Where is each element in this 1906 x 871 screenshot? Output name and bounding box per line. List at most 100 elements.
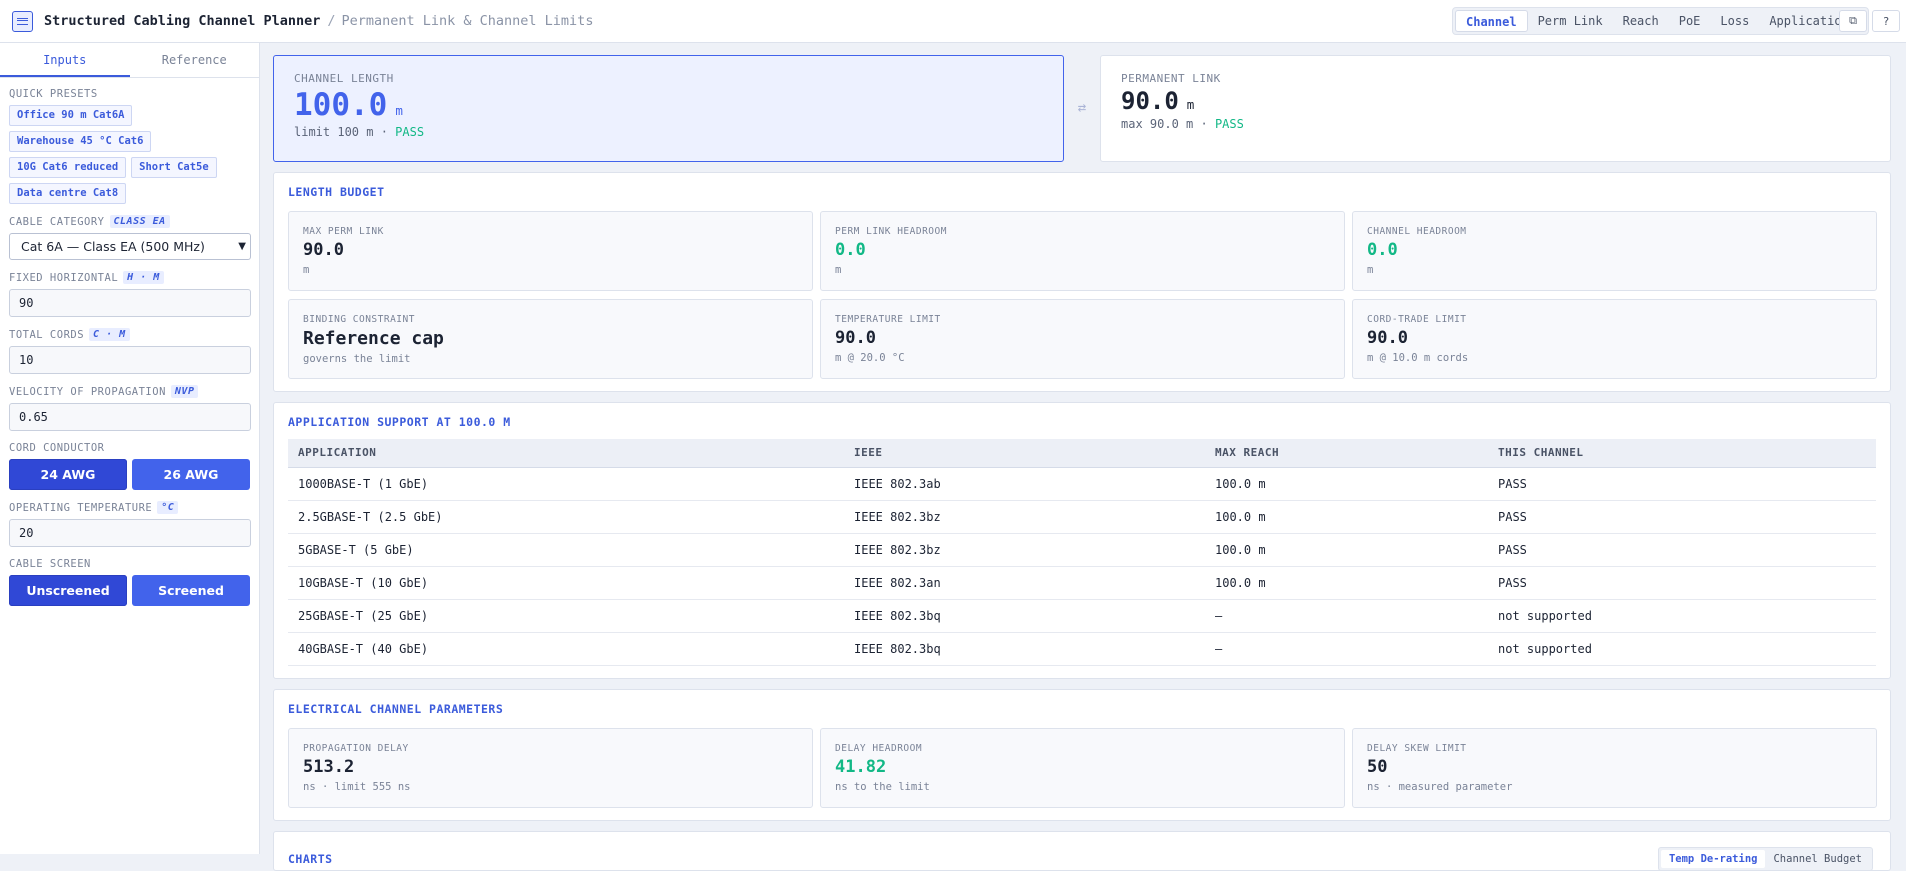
chevron-down-icon: ▼ <box>238 241 246 252</box>
stat-card: DELAY SKEW LIMIT 50 ns · measured parame… <box>1352 727 1877 808</box>
stat-value: 41.82 <box>835 756 887 777</box>
temperature-label: OPERATING TEMPERATURE °C <box>9 501 250 514</box>
table-cell: IEEE 802.3bq <box>844 599 1205 633</box>
cable-category-label: CABLE CATEGORY CLASS EA <box>9 215 250 228</box>
tab-poe[interactable]: PoE <box>1669 10 1711 32</box>
preset-button[interactable]: Data centre Cat8 <box>9 183 127 204</box>
electrical-parameters-title: ELECTRICAL CHANNEL PARAMETERS <box>288 701 504 716</box>
chart-tabs: Temp De-rating Channel Budget <box>1657 846 1873 870</box>
table-cell: PASS <box>1488 533 1876 567</box>
length-budget-title: LENGTH BUDGET <box>288 185 385 199</box>
awg-24-button[interactable]: 24 AWG <box>9 459 127 490</box>
tab-temp-derating[interactable]: Temp De-rating <box>1660 849 1766 868</box>
sidebar-tabs: Inputs Reference <box>0 43 259 78</box>
stat-card: BINDING CONSTRAINT Reference cap governs… <box>288 299 813 379</box>
presets-label: QUICK PRESETS <box>9 88 98 100</box>
stat-value: Reference cap <box>303 328 444 349</box>
stat-sub: m @ 10.0 m cords <box>1367 352 1469 364</box>
length-budget-panel: LENGTH BUDGET MAX PERM LINK 90.0 m PERM … <box>273 172 1891 392</box>
stat-value: 90.0 <box>835 328 876 348</box>
column-header: MAX REACH <box>1205 439 1488 468</box>
table-cell: PASS <box>1488 467 1876 501</box>
table-row: 40GBASE-T (40 GbE) IEEE 802.3bq — not su… <box>288 632 1876 666</box>
cable-screen-label: CABLE SCREEN <box>9 558 91 570</box>
channel-length-value: 100.0 <box>294 87 388 123</box>
stat-value: 50 <box>1367 756 1388 777</box>
main-content: CHANNEL LENGTH 100.0 m limit 100 m · PAS… <box>273 55 1891 871</box>
copy-icon[interactable]: ⧉ <box>1839 10 1867 32</box>
tab-loss[interactable]: Loss <box>1710 10 1759 32</box>
stat-value: 0.0 <box>835 240 866 260</box>
stat-label: MAX PERM LINK <box>303 226 384 237</box>
stat-label: DELAY HEADROOM <box>835 742 923 754</box>
stat-sub: m <box>303 264 310 276</box>
swap-icon: ⇄ <box>1077 100 1087 116</box>
stat-card: CHANNEL HEADROOM 0.0 m <box>1352 211 1877 291</box>
permanent-link-value: 90.0 <box>1121 87 1179 115</box>
preset-button[interactable]: Office 90 m Cat6A <box>9 105 133 126</box>
tab-channel[interactable]: Channel <box>1455 10 1528 32</box>
table-cell: 1000BASE-T (1 GbE) <box>288 467 844 501</box>
table-cell: 100.0 m <box>1205 467 1488 501</box>
tab-reach[interactable]: Reach <box>1613 10 1669 32</box>
cord-conductor-toggle: 24 AWG 26 AWG <box>9 459 250 490</box>
cord-conductor-label: CORD CONDUCTOR <box>9 442 105 454</box>
application-support-title: APPLICATION SUPPORT AT 100.0 M <box>288 415 511 429</box>
table-cell: IEEE 802.3bz <box>844 533 1205 567</box>
table-row: 1000BASE-T (1 GbE) IEEE 802.3ab 100.0 m … <box>288 467 1876 501</box>
screened-button[interactable]: Screened <box>132 575 250 606</box>
breadcrumb-separator: / <box>327 13 336 29</box>
total-cords-input[interactable]: 10 <box>9 346 251 374</box>
table-cell: not supported <box>1488 599 1876 633</box>
application-support-panel: APPLICATION SUPPORT AT 100.0 M APPLICATI… <box>273 402 1891 679</box>
class-tag: CLASS EA <box>109 215 170 228</box>
temperature-input[interactable]: 20 <box>9 519 251 547</box>
stat-card: TEMPERATURE LIMIT 90.0 m @ 20.0 °C <box>820 299 1345 379</box>
stat-card: PERM LINK HEADROOM 0.0 m <box>820 211 1345 291</box>
total-cords-label: TOTAL CORDS C · M <box>9 328 250 341</box>
preset-button[interactable]: Short Cat5e <box>131 157 217 178</box>
table-cell: IEEE 802.3ab <box>844 467 1205 501</box>
stat-card: PROPAGATION DELAY 513.2 ns · limit 555 n… <box>288 727 813 808</box>
preset-button[interactable]: Warehouse 45 °C Cat6 <box>9 131 152 152</box>
menu-icon[interactable] <box>12 10 33 32</box>
tab-inputs[interactable]: Inputs <box>0 43 130 77</box>
permanent-link-card: PERMANENT LINK 90.0 m max 90.0 m · PASS <box>1100 55 1891 162</box>
table-cell: 5GBASE-T (5 GbE) <box>288 533 844 567</box>
tab-channel-budget[interactable]: Channel Budget <box>1765 850 1870 868</box>
breadcrumb-current: Permanent Link & Channel Limits <box>341 13 594 29</box>
table-row: 2.5GBASE-T (2.5 GbE) IEEE 802.3bz 100.0 … <box>288 500 1876 534</box>
tab-perm-link[interactable]: Perm Link <box>1528 10 1613 32</box>
nvp-label: VELOCITY OF PROPAGATION NVP <box>9 385 250 398</box>
stat-value: 513.2 <box>303 756 355 777</box>
cable-category-select[interactable]: Cat 6A — Class EA (500 MHz) ▼ <box>9 233 251 260</box>
table-cell: — <box>1205 632 1488 666</box>
stat-label: DELAY SKEW LIMIT <box>1367 742 1467 754</box>
awg-26-button[interactable]: 26 AWG <box>132 459 250 490</box>
unscreened-button[interactable]: Unscreened <box>9 575 127 606</box>
preset-button[interactable]: 10G Cat6 reduced <box>9 157 127 178</box>
sidebar: Inputs Reference QUICK PRESETS Office 90… <box>0 43 260 854</box>
presets-group: Office 90 m Cat6A Warehouse 45 °C Cat6 1… <box>9 105 250 204</box>
table-cell: IEEE 802.3an <box>844 566 1205 600</box>
table-row: 10GBASE-T (10 GbE) IEEE 802.3an 100.0 m … <box>288 566 1876 600</box>
stat-value: 90.0 <box>303 240 344 260</box>
stat-sub: m <box>835 264 842 276</box>
table-row: 25GBASE-T (25 GbE) IEEE 802.3bq — not su… <box>288 599 1876 633</box>
table-cell: 100.0 m <box>1205 500 1488 534</box>
table-header-row: APPLICATION IEEE MAX REACH THIS CHANNEL <box>288 439 1876 468</box>
stat-sub: ns to the limit <box>835 780 930 793</box>
fixed-horizontal-input[interactable]: 90 <box>9 289 251 317</box>
table-cell: IEEE 802.3bz <box>844 500 1205 534</box>
table-cell: 25GBASE-T (25 GbE) <box>288 599 844 633</box>
fixed-horizontal-label: FIXED HORIZONTAL H · M <box>9 271 250 284</box>
top-bar: Structured Cabling Channel Planner / Per… <box>0 0 1906 43</box>
stat-sub: ns · measured parameter <box>1367 780 1513 793</box>
help-icon[interactable]: ? <box>1872 10 1900 32</box>
tab-reference[interactable]: Reference <box>130 43 260 77</box>
table-cell: PASS <box>1488 500 1876 534</box>
stat-card: MAX PERM LINK 90.0 m <box>288 211 813 291</box>
stat-card: DELAY HEADROOM 41.82 ns to the limit <box>820 727 1345 808</box>
stat-label: TEMPERATURE LIMIT <box>835 314 941 325</box>
nvp-input[interactable]: 0.65 <box>9 403 251 431</box>
